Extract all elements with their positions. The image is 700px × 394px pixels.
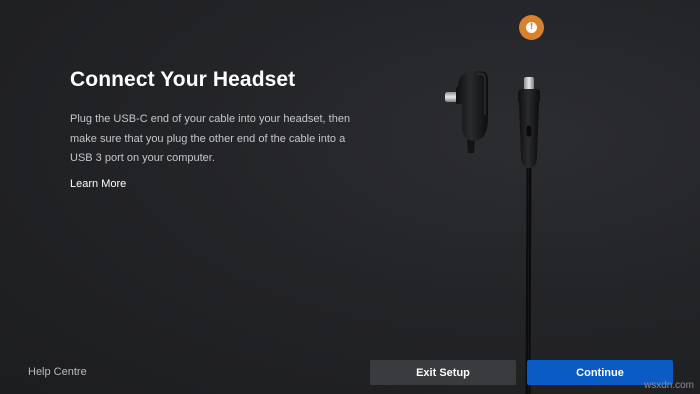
help-centre-link[interactable]: Help Centre xyxy=(28,366,87,378)
usb-c-right-angle-connector xyxy=(445,71,488,394)
watermark: wsxdn.com xyxy=(643,380,694,391)
exit-setup-button[interactable]: Exit Setup xyxy=(370,360,516,385)
setup-screen: ! Connect Your Headset Plug the USB-C en… xyxy=(0,0,700,394)
usb-c-straight-connector xyxy=(518,77,540,394)
cable-illustration xyxy=(445,71,540,394)
